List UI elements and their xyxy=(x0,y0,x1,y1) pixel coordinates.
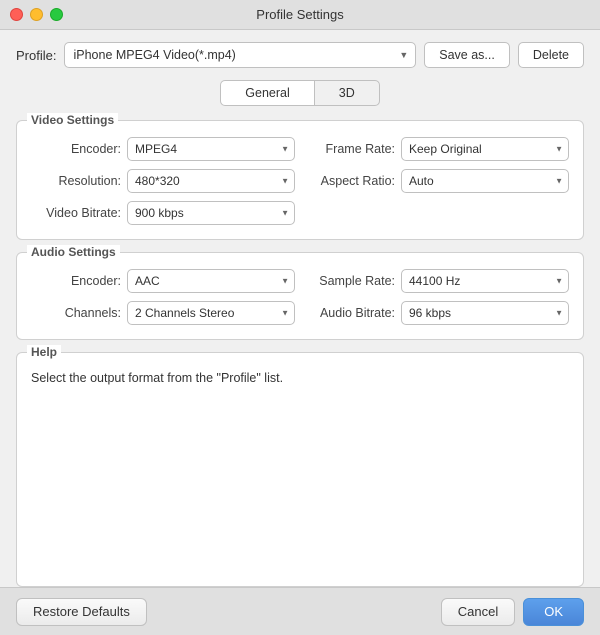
audio-encoder-row: Encoder: AAC xyxy=(31,269,295,293)
video-settings-section: Video Settings Encoder: MPEG4 Frame Rate… xyxy=(16,120,584,240)
channels-select[interactable]: 2 Channels Stereo xyxy=(127,301,295,325)
restore-defaults-button[interactable]: Restore Defaults xyxy=(16,598,147,626)
video-bitrate-select-wrapper[interactable]: 900 kbps xyxy=(127,201,295,225)
profile-label: Profile: xyxy=(16,48,56,63)
audio-settings-grid: Encoder: AAC Sample Rate: 44100 Hz xyxy=(31,269,569,325)
audio-settings-inner: Encoder: AAC Sample Rate: 44100 Hz xyxy=(31,269,569,325)
audio-bitrate-row: Audio Bitrate: 96 kbps xyxy=(305,301,569,325)
delete-button[interactable]: Delete xyxy=(518,42,584,68)
aspect-ratio-select-wrapper[interactable]: Auto xyxy=(401,169,569,193)
video-settings-inner: Encoder: MPEG4 Frame Rate: Keep Original xyxy=(31,137,569,225)
main-content: Profile: iPhone MPEG4 Video(*.mp4) Save … xyxy=(0,30,600,587)
sample-rate-label: Sample Rate: xyxy=(305,274,395,288)
audio-settings-title: Audio Settings xyxy=(27,245,120,259)
video-bitrate-row: Video Bitrate: 900 kbps xyxy=(31,201,295,225)
save-as-button[interactable]: Save as... xyxy=(424,42,510,68)
profile-row: Profile: iPhone MPEG4 Video(*.mp4) Save … xyxy=(16,42,584,68)
audio-encoder-select[interactable]: AAC xyxy=(127,269,295,293)
encoder-select[interactable]: MPEG4 xyxy=(127,137,295,161)
resolution-select-wrapper[interactable]: 480*320 xyxy=(127,169,295,193)
channels-label: Channels: xyxy=(31,306,121,320)
window-title: Profile Settings xyxy=(256,7,343,22)
traffic-lights[interactable] xyxy=(10,8,63,21)
aspect-ratio-select[interactable]: Auto xyxy=(401,169,569,193)
encoder-select-wrapper[interactable]: MPEG4 xyxy=(127,137,295,161)
tab-3d[interactable]: 3D xyxy=(314,80,380,106)
resolution-row: Resolution: 480*320 xyxy=(31,169,295,193)
channels-row: Channels: 2 Channels Stereo xyxy=(31,301,295,325)
audio-bitrate-select-wrapper[interactable]: 96 kbps xyxy=(401,301,569,325)
frame-rate-label: Frame Rate: xyxy=(305,142,395,156)
bottom-right-buttons: Cancel OK xyxy=(441,598,584,626)
video-bitrate-select[interactable]: 900 kbps xyxy=(127,201,295,225)
maximize-button[interactable] xyxy=(50,8,63,21)
minimize-button[interactable] xyxy=(30,8,43,21)
help-text: Select the output format from the "Profi… xyxy=(31,369,569,388)
audio-encoder-label: Encoder: xyxy=(31,274,121,288)
ok-button[interactable]: OK xyxy=(523,598,584,626)
tab-row: General 3D xyxy=(16,80,584,106)
audio-bitrate-select[interactable]: 96 kbps xyxy=(401,301,569,325)
close-button[interactable] xyxy=(10,8,23,21)
video-settings-grid: Encoder: MPEG4 Frame Rate: Keep Original xyxy=(31,137,569,225)
frame-rate-select[interactable]: Keep Original xyxy=(401,137,569,161)
frame-rate-select-wrapper[interactable]: Keep Original xyxy=(401,137,569,161)
encoder-label: Encoder: xyxy=(31,142,121,156)
help-title: Help xyxy=(27,345,61,359)
title-bar: Profile Settings xyxy=(0,0,600,30)
audio-settings-section: Audio Settings Encoder: AAC Sample Rate: xyxy=(16,252,584,340)
sample-rate-select-wrapper[interactable]: 44100 Hz xyxy=(401,269,569,293)
video-bitrate-label: Video Bitrate: xyxy=(31,206,121,220)
channels-select-wrapper[interactable]: 2 Channels Stereo xyxy=(127,301,295,325)
profile-select[interactable]: iPhone MPEG4 Video(*.mp4) xyxy=(64,42,416,68)
bottom-bar: Restore Defaults Cancel OK xyxy=(0,587,600,635)
audio-encoder-select-wrapper[interactable]: AAC xyxy=(127,269,295,293)
frame-rate-row: Frame Rate: Keep Original xyxy=(305,137,569,161)
aspect-ratio-row: Aspect Ratio: Auto xyxy=(305,169,569,193)
cancel-button[interactable]: Cancel xyxy=(441,598,515,626)
sample-rate-select[interactable]: 44100 Hz xyxy=(401,269,569,293)
aspect-ratio-label: Aspect Ratio: xyxy=(305,174,395,188)
sample-rate-row: Sample Rate: 44100 Hz xyxy=(305,269,569,293)
video-settings-title: Video Settings xyxy=(27,113,118,127)
profile-select-wrapper[interactable]: iPhone MPEG4 Video(*.mp4) xyxy=(64,42,416,68)
resolution-label: Resolution: xyxy=(31,174,121,188)
audio-bitrate-label: Audio Bitrate: xyxy=(305,306,395,320)
resolution-select[interactable]: 480*320 xyxy=(127,169,295,193)
tab-general[interactable]: General xyxy=(220,80,313,106)
encoder-row: Encoder: MPEG4 xyxy=(31,137,295,161)
help-section: Help Select the output format from the "… xyxy=(16,352,584,587)
